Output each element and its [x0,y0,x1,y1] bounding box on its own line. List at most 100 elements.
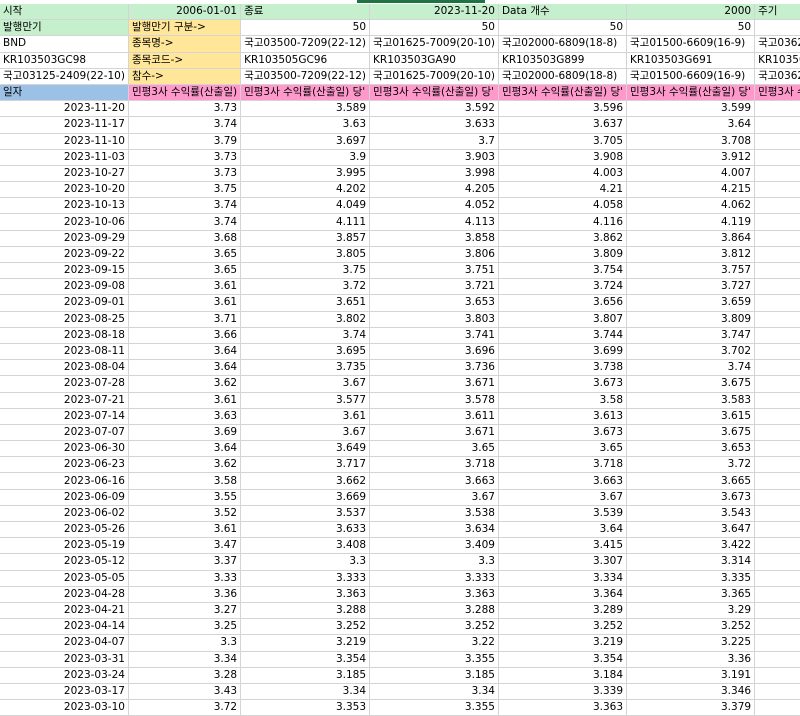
yield-cell[interactable]: 3.219 [498,634,628,652]
yield-cell[interactable]: 3.185 [369,667,499,684]
yield-cell[interactable]: 3.73 [128,100,242,118]
date-cell[interactable]: 2023-09-22 [0,246,129,264]
date-cell[interactable]: 2023-04-07 [0,634,129,652]
yield-cell[interactable]: 3.583 [626,392,756,409]
yield-cell[interactable]: 3.37 [128,553,242,571]
date-cell[interactable]: 2023-03-17 [0,683,129,701]
yield-cell[interactable]: 3.252 [626,618,756,636]
yield-cell[interactable]: 3.699 [498,343,628,361]
yield-cell[interactable]: 3.61 [128,278,242,296]
sheet-cell[interactable]: 종목코드-> [128,52,242,69]
yield-cell[interactable] [754,165,800,183]
yield-cell[interactable]: 3.34 [240,683,371,701]
yield-cell[interactable]: 3.908 [498,149,628,166]
yield-cell[interactable] [754,537,800,555]
yield-cell[interactable]: 3.864 [626,230,756,247]
yield-cell[interactable]: 3.69 [128,424,242,442]
date-cell[interactable]: 2023-03-31 [0,651,129,668]
sheet-cell[interactable]: 주기 [754,4,800,21]
sheet-cell[interactable]: 발행만기 구분-> [128,19,242,37]
yield-cell[interactable]: 3.74 [128,197,242,215]
yield-cell[interactable]: 3.225 [626,634,756,652]
yield-cell[interactable]: 3.65 [128,262,242,280]
sheet-cell[interactable]: 종목명-> [128,35,242,53]
yield-cell[interactable]: 3.65 [128,246,242,264]
yield-cell[interactable] [754,343,800,361]
yield-cell[interactable] [754,197,800,215]
yield-cell[interactable]: 3.736 [369,359,499,377]
date-cell[interactable]: 2023-11-10 [0,133,129,150]
yield-cell[interactable]: 3.721 [369,278,499,296]
yield-cell[interactable] [754,699,800,716]
yield-cell[interactable]: 3.71 [128,311,242,328]
yield-cell[interactable]: 3.673 [498,375,628,393]
yield-cell[interactable]: 3.63 [128,408,242,425]
date-cell[interactable]: 2023-06-16 [0,472,129,490]
sheet-cell[interactable]: BND [0,35,129,53]
date-cell[interactable]: 2023-07-07 [0,424,129,442]
date-cell[interactable]: 2023-05-19 [0,537,129,555]
yield-cell[interactable]: 3.333 [240,570,371,587]
date-cell[interactable]: 2023-08-04 [0,359,129,377]
yield-cell[interactable]: 3.809 [626,311,756,328]
yield-cell[interactable]: 3.29 [626,602,756,620]
sheet-cell[interactable]: 2023-11-20 [369,4,499,21]
yield-cell[interactable] [754,683,800,701]
yield-cell[interactable] [754,311,800,328]
sheet-cell[interactable] [754,19,800,37]
yield-cell[interactable]: 3.364 [498,586,628,603]
yield-cell[interactable]: 3.74 [240,327,371,344]
sheet-cell[interactable]: 국고03625-53 [754,35,800,53]
sheet-cell[interactable]: 2000 [626,4,756,21]
yield-cell[interactable]: 3.65 [498,440,628,458]
yield-cell[interactable]: 4.052 [369,197,499,215]
yield-cell[interactable]: 3.653 [369,294,499,312]
date-cell[interactable]: 2023-09-08 [0,278,129,296]
yield-cell[interactable]: 3.63 [240,116,371,134]
yield-cell[interactable]: 3.634 [369,521,499,539]
yield-cell[interactable]: 3.738 [498,359,628,377]
yield-cell[interactable]: 3.61 [128,294,242,312]
yield-cell[interactable]: 3.52 [128,505,242,523]
yield-cell[interactable]: 3.289 [498,602,628,620]
yield-cell[interactable]: 3.803 [369,311,499,328]
yield-cell[interactable]: 3.62 [128,375,242,393]
yield-cell[interactable]: 3.335 [626,570,756,587]
spreadsheet-grid[interactable]: 시작 2006-01-01 종료 2023-11-20 Data 개수 2000 주기 발행만… [0,4,800,716]
yield-cell[interactable]: 3.379 [626,699,756,716]
yield-cell[interactable]: 3.33 [128,570,242,587]
yield-cell[interactable]: 3.673 [626,489,756,506]
date-cell[interactable]: 2023-05-12 [0,553,129,571]
yield-cell[interactable]: 3.75 [128,181,242,199]
yield-cell[interactable]: 3.72 [240,278,371,296]
date-cell[interactable]: 2023-11-03 [0,149,129,166]
date-cell[interactable]: 2023-05-26 [0,521,129,539]
yield-cell[interactable]: 3.663 [498,472,628,490]
yield-cell[interactable] [754,618,800,636]
yield-cell[interactable]: 3.751 [369,262,499,280]
yield-cell[interactable]: 3.354 [498,651,628,668]
sheet-cell[interactable]: 종료 [240,4,371,21]
sheet-cell[interactable]: KR103505GC96 [240,52,371,69]
yield-cell[interactable]: 3.67 [369,489,499,506]
yield-cell[interactable]: 3.72 [128,699,242,716]
yield-cell[interactable]: 3.697 [240,133,371,150]
sheet-cell[interactable]: Data 개수 [498,4,628,21]
yield-cell[interactable]: 3.578 [369,392,499,409]
yield-cell[interactable]: 3.9 [240,149,371,166]
yield-cell[interactable]: 3.252 [369,618,499,636]
sheet-cell[interactable]: 발행만기 [0,19,129,37]
yield-cell[interactable] [754,602,800,620]
yield-cell[interactable]: 3.757 [626,262,756,280]
yield-cell[interactable] [754,634,800,652]
yield-cell[interactable] [754,100,800,118]
date-cell[interactable]: 2023-04-21 [0,602,129,620]
sheet-cell[interactable]: 민평3사 수익률(산출일) 당' [369,84,499,102]
yield-cell[interactable] [754,262,800,280]
yield-cell[interactable]: 3.577 [240,392,371,409]
yield-cell[interactable] [754,230,800,247]
yield-cell[interactable]: 4.21 [498,181,628,199]
yield-cell[interactable]: 3.334 [498,570,628,587]
yield-cell[interactable]: 3.807 [498,311,628,328]
yield-cell[interactable]: 3.62 [128,456,242,474]
